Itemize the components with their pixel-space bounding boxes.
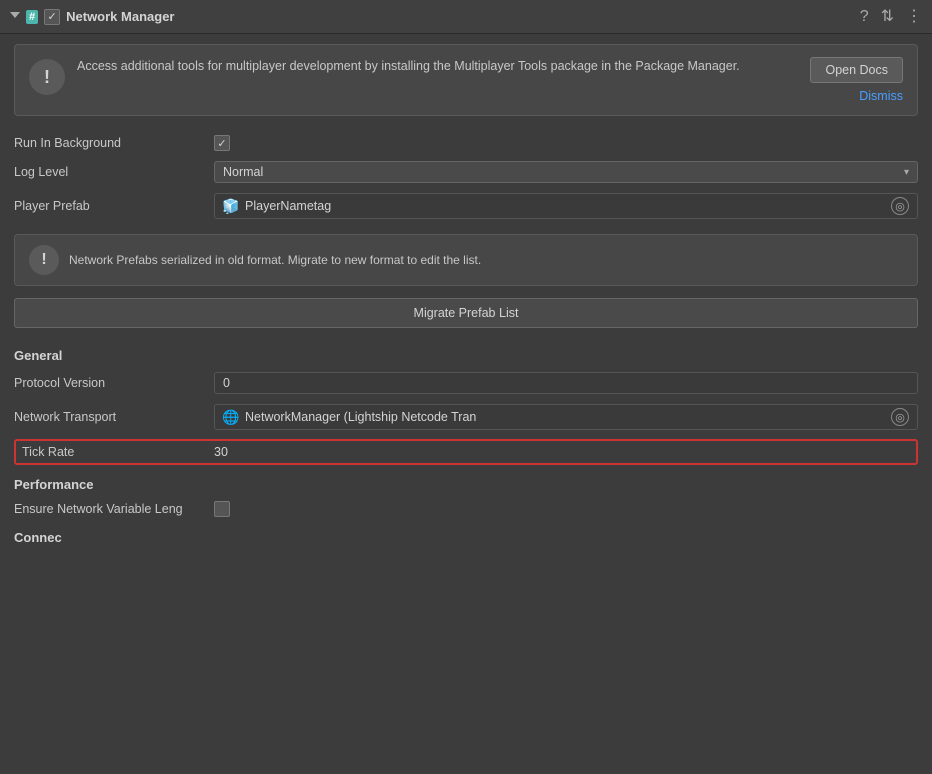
player-prefab-inner: 🧊 PlayerNametag	[223, 198, 331, 214]
migrate-prefab-list-button[interactable]: Migrate Prefab List	[14, 298, 918, 328]
network-transport-field[interactable]: 🌐 NetworkManager (Lightship Netcode Tran…	[214, 404, 918, 430]
dropdown-arrow-icon: ▾	[904, 167, 909, 178]
tick-rate-row: Tick Rate 30	[14, 439, 918, 465]
run-in-background-label: Run In Background	[14, 136, 214, 150]
active-toggle[interactable]: ✓	[44, 9, 60, 25]
protocol-version-label: Protocol Version	[14, 376, 214, 390]
dismiss-button[interactable]: Dismiss	[859, 89, 903, 103]
tick-rate-row-wrapper: Tick Rate 30	[14, 439, 918, 465]
log-level-value: Normal ▾	[214, 161, 918, 183]
log-level-label: Log Level	[14, 165, 214, 179]
network-transport-row: Network Transport 🌐 NetworkManager (Ligh…	[14, 399, 918, 435]
protocol-version-row: Protocol Version 0	[14, 367, 918, 399]
ensure-network-variable-label: Ensure Network Variable Leng	[14, 502, 214, 516]
network-transport-label: Network Transport	[14, 410, 214, 424]
warning-icon: !	[29, 245, 59, 275]
globe-icon: 🌐	[223, 409, 239, 425]
network-manager-panel: # ✓ Network Manager ? ⇅ ⋮ ! Access addit…	[0, 0, 932, 557]
general-section-header: General	[14, 340, 918, 367]
panel-title: Network Manager	[66, 9, 174, 24]
tick-rate-label: Tick Rate	[22, 445, 214, 459]
info-icon: !	[29, 59, 65, 95]
player-prefab-label: Player Prefab	[14, 199, 214, 213]
ensure-network-variable-checkbox[interactable]	[214, 501, 230, 517]
panel-content: ! Access additional tools for multiplaye…	[0, 34, 932, 557]
prefab-cube-icon: 🧊	[223, 198, 239, 214]
hash-icon: #	[26, 10, 38, 24]
collapse-chevron-icon[interactable]	[10, 12, 20, 22]
target-button[interactable]: ◎	[891, 197, 909, 215]
run-in-background-value: ✓	[214, 135, 918, 151]
network-transport-target-button[interactable]: ◎	[891, 408, 909, 426]
info-banner-text: Access additional tools for multiplayer …	[77, 57, 798, 76]
header-left: # ✓ Network Manager	[10, 9, 854, 25]
info-banner: ! Access additional tools for multiplaye…	[14, 44, 918, 116]
protocol-version-value: 0	[214, 372, 918, 394]
info-banner-actions: Open Docs Dismiss	[810, 57, 903, 103]
warning-banner-text: Network Prefabs serialized in old format…	[69, 252, 481, 269]
help-icon[interactable]: ?	[860, 9, 869, 25]
network-transport-inner: 🌐 NetworkManager (Lightship Netcode Tran	[223, 409, 476, 425]
connection-section-header: Connec	[14, 522, 918, 547]
ensure-network-variable-row: Ensure Network Variable Leng	[14, 496, 918, 522]
panel-header: # ✓ Network Manager ? ⇅ ⋮	[0, 0, 932, 34]
log-level-row: Log Level Normal ▾	[14, 156, 918, 188]
protocol-version-field[interactable]: 0	[214, 372, 918, 394]
network-transport-value: 🌐 NetworkManager (Lightship Netcode Tran…	[214, 404, 918, 430]
open-docs-button[interactable]: Open Docs	[810, 57, 903, 83]
run-in-background-row: Run In Background ✓	[14, 130, 918, 156]
sliders-icon[interactable]: ⇅	[881, 9, 894, 25]
run-in-background-checkbox[interactable]: ✓	[214, 135, 230, 151]
player-prefab-row: Player Prefab 🧊 PlayerNametag ◎	[14, 188, 918, 224]
warning-banner: ! Network Prefabs serialized in old form…	[14, 234, 918, 286]
more-icon[interactable]: ⋮	[906, 9, 922, 25]
ensure-network-variable-value	[214, 501, 918, 517]
player-prefab-field[interactable]: 🧊 PlayerNametag ◎	[214, 193, 918, 219]
player-prefab-value: 🧊 PlayerNametag ◎	[214, 193, 918, 219]
performance-section-header: Performance	[14, 469, 918, 496]
header-right: ? ⇅ ⋮	[860, 9, 922, 25]
log-level-dropdown[interactable]: Normal ▾	[214, 161, 918, 183]
tick-rate-value[interactable]: 30	[214, 445, 910, 459]
